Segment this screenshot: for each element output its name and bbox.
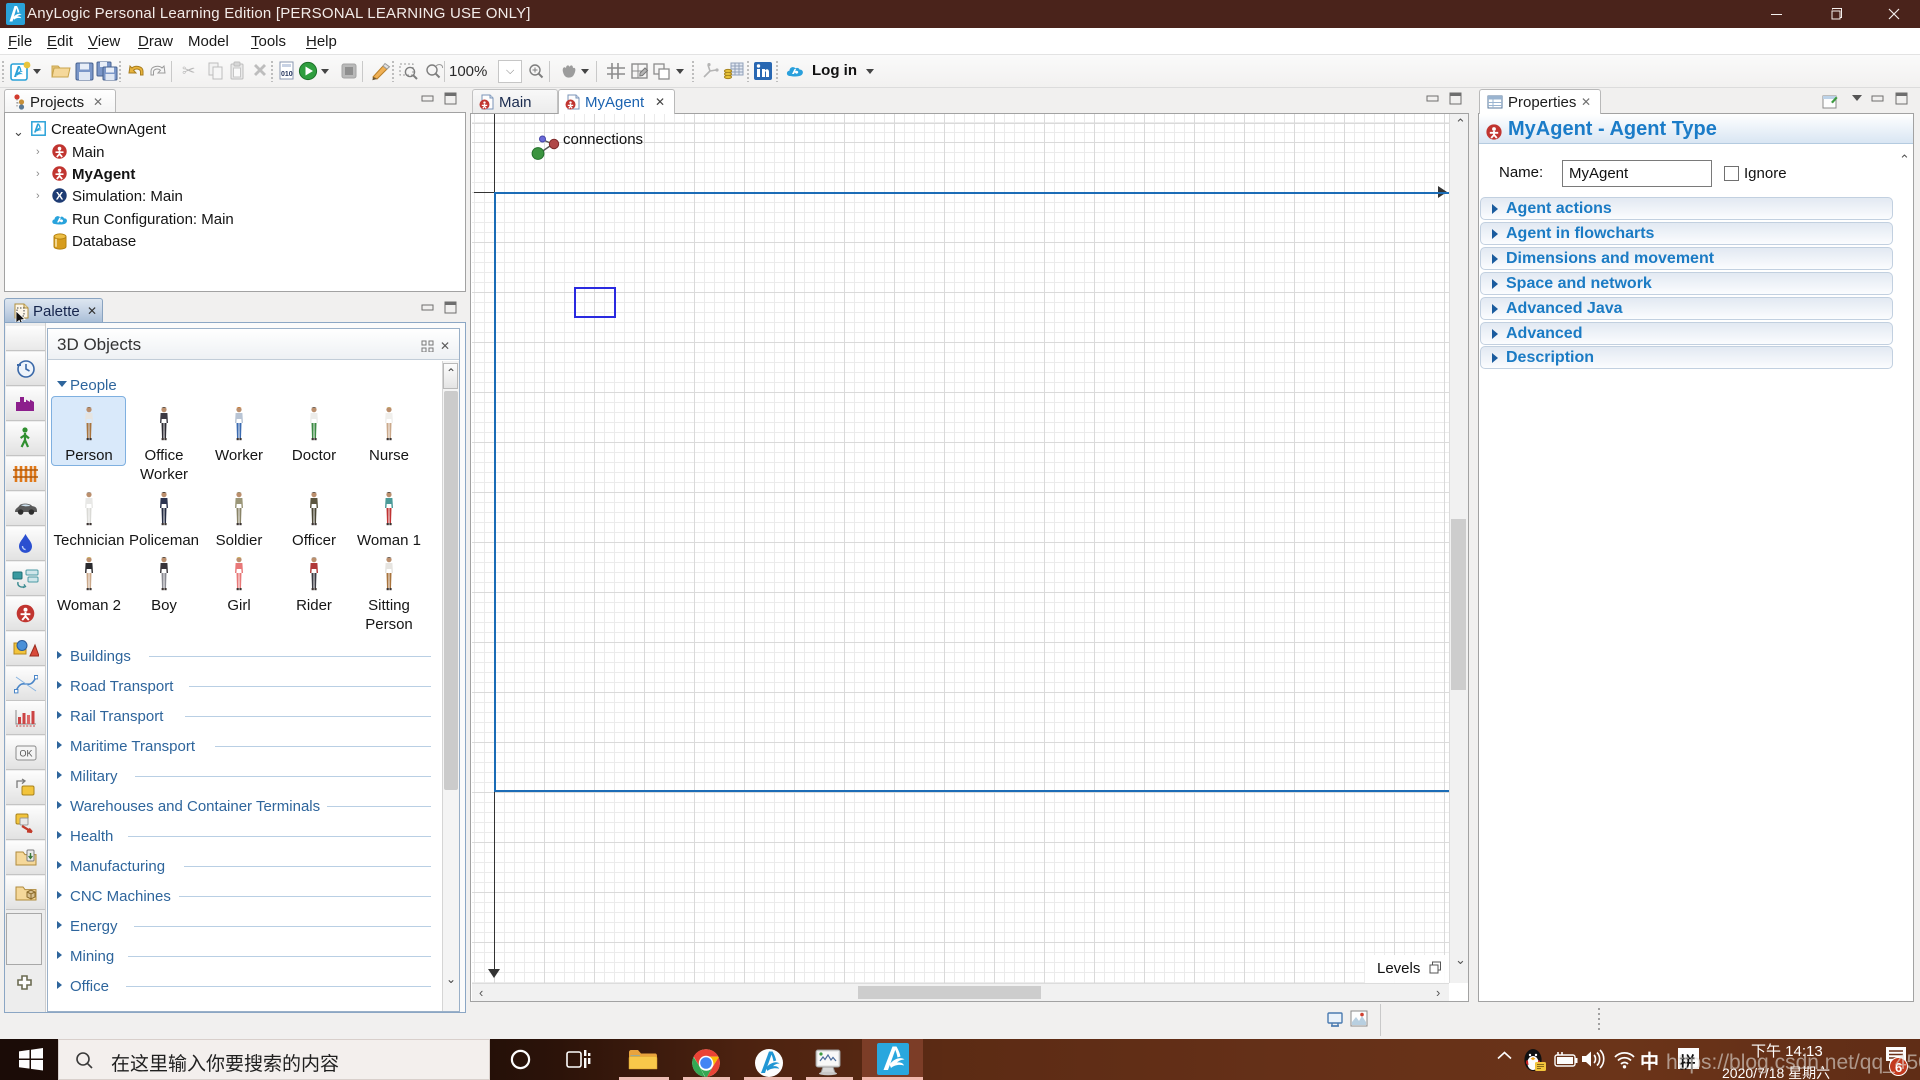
svg-text:OK: OK xyxy=(19,749,32,759)
svg-text:X: X xyxy=(56,191,64,203)
svg-text:010: 010 xyxy=(281,71,293,78)
